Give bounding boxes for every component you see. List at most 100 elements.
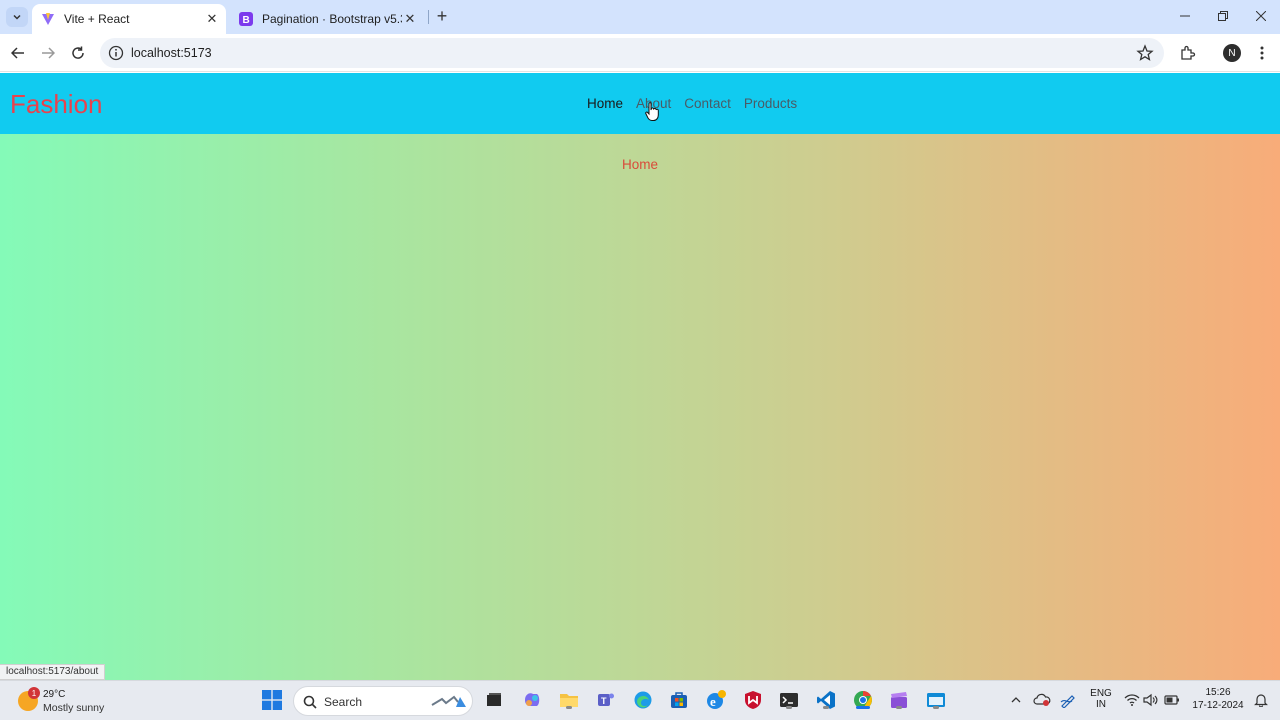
mcafee-shield-icon: [745, 691, 761, 709]
chevron-down-icon: [13, 14, 21, 20]
close-window-button[interactable]: [1242, 0, 1280, 32]
cloud-icon: [1033, 693, 1051, 706]
hand-cursor-icon: [645, 102, 659, 121]
new-tab-button[interactable]: +: [432, 6, 452, 26]
status-bar-url: localhost:5173/about: [0, 664, 106, 680]
teams-button[interactable]: T: [595, 689, 617, 711]
reload-button[interactable]: [66, 41, 90, 65]
running-indicator: [566, 706, 572, 709]
language-indicator[interactable]: ENG IN: [1089, 688, 1113, 710]
bell-icon: [1254, 694, 1268, 707]
search-highlight-icon: [431, 695, 466, 707]
running-indicator: [786, 706, 792, 709]
forward-arrow-icon: [42, 47, 55, 59]
start-button[interactable]: [261, 689, 283, 711]
copilot-icon: [525, 693, 540, 706]
store-icon: [671, 692, 687, 708]
store-button[interactable]: [668, 689, 690, 711]
profile-avatar[interactable]: N: [1223, 44, 1241, 62]
copilot-button[interactable]: [521, 689, 543, 711]
active-indicator: [856, 706, 870, 709]
region-code: IN: [1096, 699, 1106, 710]
page-heading: Home: [621, 157, 658, 172]
weather-condition: Mostly sunny: [43, 702, 105, 714]
onedrive-button[interactable]: [1031, 689, 1053, 711]
clock-date: 17-12-2024: [1192, 700, 1244, 711]
tab-search-button[interactable]: [6, 7, 28, 27]
close-icon[interactable]: ✕: [204, 11, 220, 27]
battery-button[interactable]: [1161, 689, 1183, 711]
restore-button[interactable]: [1204, 0, 1242, 32]
nav-link-contact[interactable]: Contact: [684, 96, 731, 111]
extensions-button[interactable]: [1176, 41, 1200, 65]
vscode-button[interactable]: [815, 689, 837, 711]
file-explorer-button[interactable]: [558, 689, 580, 711]
nav-links: Home About Contact Products: [587, 96, 810, 111]
tab-title: Pagination · Bootstrap v5.3: [262, 12, 402, 26]
weather-widget[interactable]: 1 29°C Mostly sunny: [18, 687, 128, 717]
clock[interactable]: 15:26 17-12-2024: [1186, 687, 1250, 711]
tab-pagination-bootstrap[interactable]: B Pagination · Bootstrap v5.3 ✕: [230, 4, 424, 34]
nav-link-products[interactable]: Products: [744, 96, 797, 111]
bootstrap-icon: B: [238, 11, 254, 27]
volume-button[interactable]: [1140, 689, 1162, 711]
bookmark-star-icon[interactable]: [1136, 44, 1154, 62]
language-code: ENG: [1090, 688, 1112, 699]
close-icon[interactable]: ✕: [402, 11, 418, 27]
svg-text:e: e: [710, 694, 716, 709]
taskbar: 1 29°C Mostly sunny Search T e ENG IN 15…: [0, 680, 1280, 720]
notifications-button[interactable]: [1250, 689, 1272, 711]
running-indicator: [896, 706, 902, 709]
show-hidden-icons-button[interactable]: [1005, 689, 1027, 711]
nav-link-home[interactable]: Home: [587, 96, 623, 111]
address-bar[interactable]: localhost:5173: [100, 38, 1164, 68]
svg-text:B: B: [243, 15, 250, 26]
vite-icon: [40, 11, 56, 27]
clock-time: 15:26: [1205, 687, 1231, 698]
windows-logo-icon: [262, 690, 282, 710]
chrome-button[interactable]: [852, 689, 874, 711]
kebab-menu-icon: [1260, 46, 1264, 60]
tab-separator: [428, 10, 429, 24]
minimize-button[interactable]: [1166, 0, 1204, 32]
running-indicator: [823, 706, 829, 709]
ie-button[interactable]: e: [705, 689, 727, 711]
tab-title: Vite + React: [64, 12, 130, 26]
internet-explorer-icon: e: [707, 690, 726, 709]
back-button[interactable]: [6, 41, 30, 65]
tab-vite-react[interactable]: Vite + React ✕: [32, 4, 226, 34]
edge-icon: [634, 691, 652, 709]
tab-strip: Vite + React ✕ B Pagination · Bootstrap …: [0, 0, 1280, 34]
clipchamp-button[interactable]: [888, 689, 910, 711]
brand-logo[interactable]: Fashion: [10, 89, 103, 120]
speaker-icon: [1143, 693, 1158, 707]
pen-input-button[interactable]: [1058, 689, 1080, 711]
pen-icon: [1060, 695, 1075, 708]
app-window-button[interactable]: [925, 689, 947, 711]
minimize-icon: [1180, 15, 1190, 17]
teams-icon: T: [598, 693, 614, 706]
terminal-button[interactable]: [778, 689, 800, 711]
chevron-up-icon: [1011, 697, 1021, 703]
svg-text:T: T: [601, 696, 607, 706]
puzzle-icon: [1181, 45, 1196, 60]
notification-badge: 1: [28, 687, 40, 699]
weather-temperature: 29°C: [43, 689, 66, 700]
back-arrow-icon: [11, 47, 24, 59]
search-placeholder: Search: [324, 695, 363, 709]
running-indicator: [933, 706, 939, 709]
site-navbar: Fashion Home About Contact Products: [0, 73, 1280, 134]
mcafee-button[interactable]: [742, 689, 764, 711]
edge-button[interactable]: [632, 689, 654, 711]
wifi-icon: [1124, 694, 1140, 706]
search-icon: [303, 695, 317, 709]
task-view-button[interactable]: [483, 689, 505, 711]
battery-icon: [1164, 695, 1179, 705]
restore-icon: [1218, 11, 1228, 21]
menu-button[interactable]: [1250, 41, 1274, 65]
site-info-icon[interactable]: [108, 45, 124, 61]
address-url: localhost:5173: [131, 46, 212, 60]
task-view-icon: [487, 693, 501, 706]
taskbar-search[interactable]: Search: [293, 686, 473, 716]
forward-button[interactable]: [36, 41, 60, 65]
